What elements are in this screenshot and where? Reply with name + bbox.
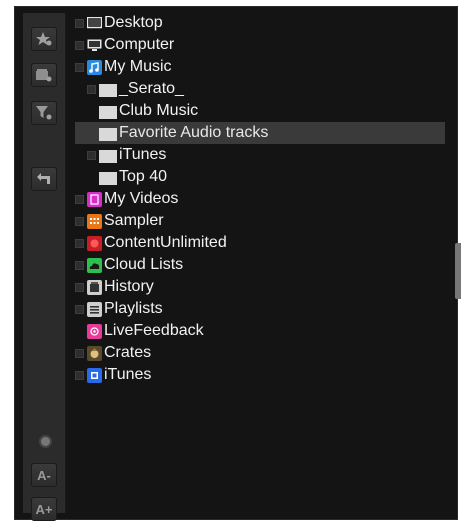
tree-item[interactable]: Desktop <box>75 12 445 34</box>
tree-item-label: My Music <box>104 58 172 75</box>
tree-item-label: Top 40 <box>119 168 168 185</box>
tree-item[interactable]: Computer <box>75 34 445 56</box>
folder-icon <box>99 149 117 163</box>
folder-icon <box>99 127 117 141</box>
filter-icon <box>36 106 52 120</box>
add-crate-icon <box>36 68 52 82</box>
playlist-icon <box>87 301 102 317</box>
filter-button[interactable] <box>31 101 57 125</box>
expand-toggle[interactable] <box>75 238 84 248</box>
tree-item-label: Computer <box>104 36 175 53</box>
folder-icon <box>99 105 117 119</box>
tree-item-label: Playlists <box>104 300 163 317</box>
folder-icon <box>99 171 117 185</box>
folder-tree: Desktop Computer My Music _Serato_ Club Musi… <box>75 7 445 517</box>
itunes-icon <box>87 367 102 383</box>
folder-icon <box>99 83 117 97</box>
tree-item[interactable]: Club Music <box>75 100 445 122</box>
expand-toggle[interactable] <box>75 348 84 358</box>
tree-item-label: Sampler <box>104 212 164 229</box>
tree-item[interactable]: ContentUnlimited <box>75 232 445 254</box>
expand-toggle[interactable] <box>75 260 84 270</box>
tree-item-label: Crates <box>104 344 152 361</box>
desktop-icon <box>87 16 102 31</box>
tree-item-label: _Serato_ <box>119 80 184 97</box>
tree-item[interactable]: Playlists <box>75 298 445 320</box>
tree-item[interactable]: My Music <box>75 56 445 78</box>
tree-item[interactable]: Crates <box>75 342 445 364</box>
side-toolbar: A- A+ <box>23 13 66 521</box>
tree-item[interactable]: LiveFeedback <box>75 320 445 342</box>
back-button[interactable] <box>31 167 57 191</box>
side-panel-tab[interactable] <box>455 243 461 299</box>
tree-item-label: iTunes <box>104 366 152 383</box>
tree-item-label: Cloud Lists <box>104 256 184 273</box>
expand-toggle[interactable] <box>75 216 84 226</box>
tree-item[interactable]: Cloud Lists <box>75 254 445 276</box>
tree-item-label: Club Music <box>119 102 199 119</box>
add-crate-button[interactable] <box>31 63 57 87</box>
back-arrow-icon <box>36 173 52 185</box>
folders-panel: A- A+ Desktop Computer My Music _Serato_ Clu… <box>14 6 461 521</box>
expand-toggle[interactable] <box>75 40 84 50</box>
expand-toggle[interactable] <box>75 304 84 314</box>
expand-toggle[interactable] <box>75 282 84 292</box>
tree-item-label: My Videos <box>104 190 179 207</box>
tree-item[interactable]: Top 40 <box>75 166 445 188</box>
tree-item[interactable]: iTunes <box>75 364 445 386</box>
expand-toggle[interactable] <box>75 194 84 204</box>
tree-item[interactable]: Sampler <box>75 210 445 232</box>
sampler-icon <box>87 213 102 229</box>
tree-item-label: Favorite Audio tracks <box>119 124 269 141</box>
expand-toggle[interactable] <box>87 84 96 94</box>
tree-item[interactable]: History <box>75 276 445 298</box>
tree-item-label: LiveFeedback <box>104 322 204 339</box>
tree-item[interactable]: _Serato_ <box>75 78 445 100</box>
tree-item[interactable]: Favorite Audio tracks <box>75 122 445 144</box>
tree-item-label: Desktop <box>104 14 163 31</box>
crates-icon <box>87 345 102 361</box>
video-icon <box>87 191 102 207</box>
expand-toggle[interactable] <box>75 62 84 72</box>
indicator-dot[interactable] <box>39 435 52 448</box>
computer-icon <box>87 38 102 53</box>
music-icon <box>87 59 102 75</box>
browser-window: A- A+ Desktop Computer My Music _Serato_ Clu… <box>0 0 462 524</box>
expand-toggle[interactable] <box>87 150 96 160</box>
expand-toggle[interactable] <box>75 370 84 380</box>
expand-toggle[interactable] <box>75 18 84 28</box>
history-icon <box>87 279 102 295</box>
tree-item-label: History <box>104 278 154 295</box>
favorite-star-button[interactable] <box>31 27 57 51</box>
tree-item-label: ContentUnlimited <box>104 234 227 251</box>
font-larger-button[interactable]: A+ <box>31 497 57 521</box>
font-smaller-button[interactable]: A- <box>31 463 57 487</box>
tree-item-label: iTunes <box>119 146 167 163</box>
tree-item[interactable]: iTunes <box>75 144 445 166</box>
live-feedback-icon <box>87 323 102 339</box>
tree-item[interactable]: My Videos <box>75 188 445 210</box>
content-unlimited-icon <box>87 235 102 251</box>
cloud-icon <box>87 257 102 273</box>
star-icon <box>36 32 52 46</box>
